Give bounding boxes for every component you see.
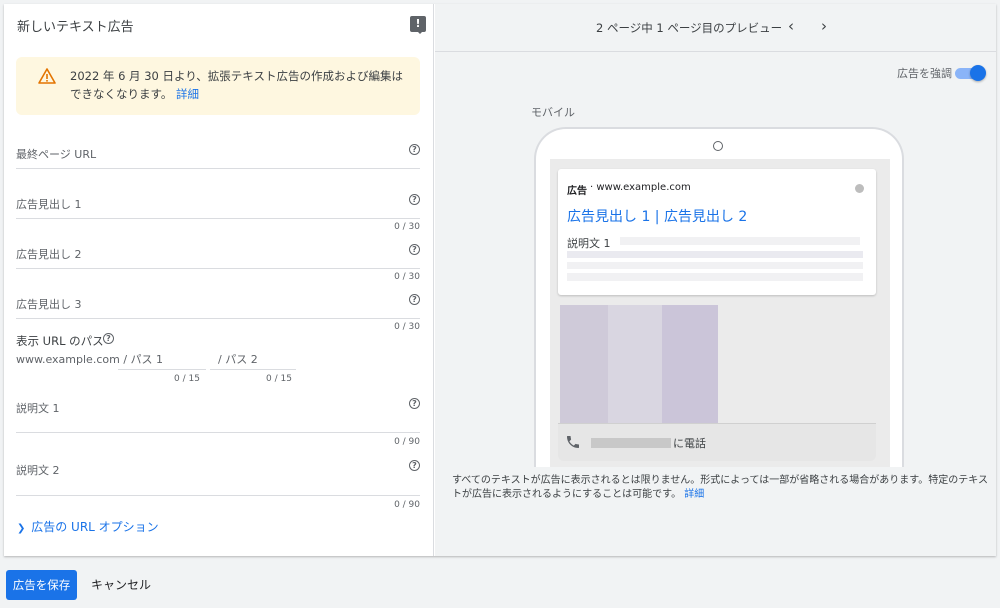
ad-domain-text: www.example.com — [596, 182, 691, 193]
info-icon — [855, 184, 864, 193]
chevron-down-icon: ❯ — [17, 523, 26, 534]
help-icon[interactable]: ? — [103, 333, 114, 344]
preview-panel: 2 ページ中 1 ページ目のプレビュー ‹ › 広告を強調 モバイル 広告 · … — [435, 4, 996, 556]
ad-description: 説明文 1 — [567, 237, 611, 250]
display-path-row: www.example.com / パス 1 / パス 2 — [16, 351, 258, 367]
emphasize-ad-label: 広告を強調 — [897, 67, 952, 80]
final-url-label: 最終ページ URL — [16, 148, 97, 161]
ad-editor-card: 新しいテキスト広告 ! 2022 年 6 月 30 日より、拡張テキスト広告の作… — [4, 4, 996, 556]
path-2-separator: / パス 2 — [218, 353, 258, 366]
headline-2-field[interactable]: 広告見出し 2 ? 0 / 30 — [16, 244, 420, 286]
field-underline — [16, 218, 420, 219]
placeholder-phone-number — [591, 438, 671, 448]
char-counter: 0 / 30 — [394, 272, 420, 282]
help-icon[interactable]: ? — [409, 194, 420, 205]
warning-icon — [38, 68, 56, 84]
path-2-counter: 0 / 15 — [266, 374, 292, 384]
next-page-button[interactable]: › — [815, 17, 833, 35]
placeholder-text — [620, 237, 860, 245]
display-path-header: 表示 URL のパス ? — [16, 332, 420, 348]
preview-page-label: 2 ページ中 1 ページ目のプレビュー — [596, 21, 783, 35]
placeholder-text — [567, 251, 863, 258]
char-counter: 0 / 30 — [394, 322, 420, 332]
display-domain: www.example.com — [16, 353, 120, 366]
headline-1-field[interactable]: 広告見出し 1 ? 0 / 30 — [16, 194, 420, 236]
page-title: 新しいテキスト広告 — [17, 20, 134, 35]
disclaimer-text: すべてのテキストが広告に表示されるとは限りません。形式によっては一部が省略される… — [452, 475, 988, 500]
ad-image-placeholder — [560, 305, 718, 423]
field-underline — [16, 318, 420, 319]
path-1-underline[interactable] — [118, 369, 206, 370]
help-icon[interactable]: ? — [409, 460, 420, 471]
path-1-counter: 0 / 15 — [174, 374, 200, 384]
ad-domain: · www.example.com — [590, 182, 691, 193]
ad-form-panel: 新しいテキスト広告 ! 2022 年 6 月 30 日より、拡張テキスト広告の作… — [4, 4, 434, 556]
previous-page-button[interactable]: ‹ — [782, 17, 800, 35]
field-underline — [16, 268, 420, 269]
path-2-underline[interactable] — [210, 369, 296, 370]
device-label: モバイル — [531, 106, 575, 119]
feedback-icon[interactable]: ! — [410, 16, 426, 32]
final-url-field[interactable]: 最終ページ URL ? — [16, 144, 420, 170]
help-icon[interactable]: ? — [409, 244, 420, 255]
description-2-field[interactable]: 説明文 2 ? 0 / 90 — [16, 458, 420, 512]
deprecation-warning: 2022 年 6 月 30 日より、拡張テキスト広告の作成および編集はできなくな… — [16, 57, 420, 115]
char-counter: 0 / 30 — [394, 222, 420, 232]
url-options-label: 広告の URL オプション — [31, 520, 159, 534]
help-icon[interactable]: ? — [409, 398, 420, 409]
help-icon[interactable]: ? — [409, 294, 420, 305]
headline-2-label: 広告見出し 2 — [16, 248, 82, 261]
field-underline — [16, 432, 420, 433]
warning-text: 2022 年 6 月 30 日より、拡張テキスト広告の作成および編集はできなくな… — [70, 67, 410, 103]
toggle-knob[interactable] — [970, 65, 986, 81]
preview-disclaimer: すべてのテキストが広告に表示されるとは限りません。形式によっては一部が省略される… — [452, 474, 992, 502]
ad-preview-card: 広告 · www.example.com 広告見出し 1 | 広告見出し 2 説… — [558, 169, 876, 295]
field-underline — [16, 168, 420, 169]
phone-screen: 広告 · www.example.com 広告見出し 1 | 広告見出し 2 説… — [550, 159, 890, 467]
description-2-label: 説明文 2 — [16, 464, 60, 477]
help-icon[interactable]: ? — [409, 144, 420, 155]
ad-headline: 広告見出し 1 | 広告見出し 2 — [567, 209, 748, 225]
field-underline — [16, 495, 420, 496]
url-options-toggle[interactable]: ❯ 広告の URL オプション — [17, 518, 159, 535]
char-counter: 0 / 90 — [394, 437, 420, 447]
warning-details-link[interactable]: 詳細 — [176, 87, 199, 101]
cancel-button[interactable]: キャンセル — [91, 570, 151, 600]
placeholder-text — [567, 262, 863, 269]
headline-1-label: 広告見出し 1 — [16, 198, 82, 211]
description-1-label: 説明文 1 — [16, 402, 60, 415]
placeholder-text — [567, 273, 863, 281]
camera-icon — [713, 141, 723, 151]
description-1-field[interactable]: 説明文 1 ? 0 / 90 — [16, 396, 420, 448]
char-counter: 0 / 90 — [394, 500, 420, 510]
mobile-phone-frame: 広告 · www.example.com 広告見出し 1 | 広告見出し 2 説… — [534, 127, 904, 467]
headline-3-field[interactable]: 広告見出し 3 ? 0 / 30 — [16, 294, 420, 336]
disclaimer-details-link[interactable]: 詳細 — [684, 489, 704, 500]
phone-icon — [567, 436, 579, 448]
call-extension[interactable]: に電話 — [558, 423, 876, 461]
ad-badge: 広告 — [567, 186, 587, 197]
display-path-label: 表示 URL のパス — [16, 334, 104, 348]
headline-3-label: 広告見出し 3 — [16, 298, 82, 311]
path-1-separator: / パス 1 — [123, 353, 164, 366]
call-label: に電話 — [673, 437, 706, 450]
preview-topbar: 2 ページ中 1 ページ目のプレビュー ‹ › — [435, 4, 996, 52]
warning-message: 2022 年 6 月 30 日より、拡張テキスト広告の作成および編集はできなくな… — [70, 69, 403, 101]
save-ad-button[interactable]: 広告を保存 — [6, 570, 77, 600]
